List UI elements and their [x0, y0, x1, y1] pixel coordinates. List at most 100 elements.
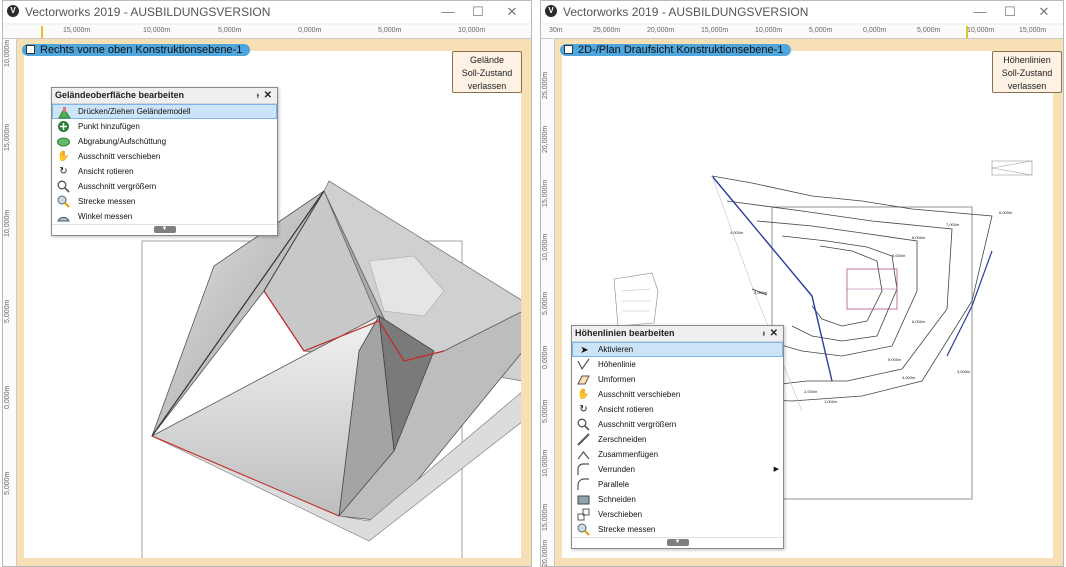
tool-label: Ansicht rotieren — [78, 167, 134, 176]
tool-clip[interactable]: Schneiden — [572, 492, 783, 507]
tool-measure-distance[interactable]: Strecke messen — [572, 522, 783, 537]
ruler-label: 25,000m — [593, 27, 621, 34]
maximize-button[interactable]: ☐ — [465, 3, 491, 21]
contour-label: 4,000m — [730, 230, 744, 235]
window-title: Vectorworks 2019 - AUSBILDUNGSVERSION — [563, 5, 809, 19]
palette-header[interactable]: Geländeoberfläche bearbeiten ᵻ ✕ — [52, 88, 277, 104]
push-pull-terrain-icon — [58, 106, 71, 119]
tool-add-point[interactable]: Punkt hinzufügen — [52, 119, 277, 134]
ruler-label: 5,000m — [378, 27, 402, 34]
tool-rotate-view[interactable]: ↻ Ansicht rotieren — [52, 164, 277, 179]
contour-label: 1,000m — [824, 399, 838, 404]
arrow-cursor-icon: ➤ — [580, 345, 589, 356]
tool-zoom[interactable]: Ausschnitt vergrößern — [572, 417, 783, 432]
tool-label: Ausschnitt vergrößern — [598, 420, 677, 429]
tool-measure-angle[interactable]: Winkel messen — [52, 209, 277, 224]
tool-pan[interactable]: ✋ Ausschnitt verschieben — [52, 149, 277, 164]
reshape-icon — [577, 373, 590, 386]
reference-object — [613, 272, 659, 327]
window-title: Vectorworks 2019 - AUSBILDUNGSVERSION — [25, 5, 271, 19]
tool-label: Verrunden — [598, 465, 635, 474]
tool-pan[interactable]: ✋ Ausschnitt verschieben — [572, 387, 783, 402]
minimize-button[interactable]: — — [435, 3, 461, 21]
palette-footer: ▼ — [52, 224, 277, 235]
offset-icon — [577, 478, 590, 491]
ruler-label: 5,000m — [218, 27, 242, 34]
ruler-label: 30m — [549, 27, 563, 34]
view-bar[interactable]: Rechts vorne oben Konstruktionsebene-1 — [22, 44, 251, 56]
ruler-label: 15,000m — [542, 179, 549, 207]
ruler-label: 15,000m — [4, 123, 11, 151]
tool-activate[interactable]: ➤ Aktivieren — [572, 342, 783, 357]
ruler-label: 5,000m — [542, 399, 549, 423]
drawing-viewport[interactable]: 2D-/Plan Draufsicht Konstruktionsebene-1 — [555, 39, 1063, 566]
ruler-label: 0,000m — [542, 345, 549, 369]
ruler-label: 20,000m — [542, 125, 549, 153]
close-palette-button[interactable]: ✕ — [264, 88, 272, 103]
knife-icon — [577, 433, 590, 446]
drawing-viewport[interactable]: Rechts vorne oben Konstruktionsebene-1 G… — [17, 39, 531, 566]
rotate-view-icon: ↻ — [59, 166, 68, 177]
zoom-icon — [57, 180, 70, 193]
vectorworks-logo-icon: V — [7, 5, 19, 17]
plan-view-icon — [564, 45, 573, 54]
horizontal-ruler[interactable]: 15,000m 10,000m 5,000m 0,000m 5,000m 10,… — [3, 25, 531, 39]
pin-icon[interactable]: ᵻ — [763, 326, 765, 341]
tool-measure-distance[interactable]: Strecke messen — [52, 194, 277, 209]
ruler-label: 15,000m — [701, 27, 729, 34]
expand-palette-button[interactable]: ▼ — [666, 539, 689, 546]
ruler-label: 5,000m — [4, 299, 11, 323]
tool-zoom[interactable]: Ausschnitt vergrößern — [52, 179, 277, 194]
rotate-view-icon: ↻ — [579, 404, 588, 415]
tool-rotate-view[interactable]: ↻ Ansicht rotieren — [572, 402, 783, 417]
expand-palette-button[interactable]: ▼ — [153, 226, 176, 233]
close-palette-button[interactable]: ✕ — [770, 326, 778, 341]
tool-label: Verschieben — [598, 510, 643, 519]
exit-contour-mode-button[interactable]: Höhenlinien Soll-Zustand verlassen — [992, 51, 1062, 93]
view-label: 2D-/Plan Draufsicht Konstruktionsebene-1 — [578, 44, 784, 56]
tool-offset[interactable]: Parallele — [572, 477, 783, 492]
ruler-label: 10,000m — [143, 27, 171, 34]
contour-label: 8,000m — [912, 235, 926, 240]
join-icon — [577, 448, 590, 461]
contour-label: 3,000m — [957, 369, 971, 374]
ruler-label: 15,000m — [1019, 27, 1047, 34]
ruler-label: 5,000m — [809, 27, 833, 34]
vertical-ruler[interactable]: 25,000m 20,000m 15,000m 10,000m 5,000m 0… — [541, 39, 555, 566]
tool-move[interactable]: Verschieben — [572, 507, 783, 522]
tool-cut-fill[interactable]: Abgrabung/Aufschüttung — [52, 134, 277, 149]
title-bar: V Vectorworks 2019 - AUSBILDUNGSVERSION … — [3, 1, 531, 23]
contour-label: 6,000m — [912, 319, 926, 324]
view-label: Rechts vorne oben Konstruktionsebene-1 — [40, 44, 243, 56]
ruler-label: 0,000m — [4, 385, 11, 409]
move-icon — [577, 508, 590, 521]
view-bar[interactable]: 2D-/Plan Draufsicht Konstruktionsebene-1 — [560, 44, 792, 56]
tool-join[interactable]: Zusammenfügen — [572, 447, 783, 462]
exit-terrain-mode-button[interactable]: Gelände Soll-Zustand verlassen — [452, 51, 522, 93]
close-button[interactable]: ✕ — [499, 3, 525, 21]
measure-angle-icon — [57, 210, 70, 223]
terrain-edit-palette: Geländeoberfläche bearbeiten ᵻ ✕ Drücken… — [51, 87, 278, 236]
pin-icon[interactable]: ᵻ — [257, 88, 259, 103]
ruler-label: 20,000m — [542, 539, 549, 567]
title-bar: V Vectorworks 2019 - AUSBILDUNGSVERSION … — [541, 1, 1063, 23]
palette-header[interactable]: Höhenlinien bearbeiten ᵻ ✕ — [572, 326, 783, 342]
palette-title: Höhenlinien bearbeiten — [575, 328, 675, 338]
site-boundary — [771, 206, 973, 500]
tool-label: Strecke messen — [78, 197, 136, 206]
minimize-button[interactable]: — — [967, 3, 993, 21]
maximize-button[interactable]: ☐ — [997, 3, 1023, 21]
tool-reshape[interactable]: Umformen — [572, 372, 783, 387]
tool-contour-line[interactable]: Höhenlinie — [572, 357, 783, 372]
tool-label: Höhenlinie — [598, 360, 636, 369]
close-button[interactable]: ✕ — [1031, 3, 1057, 21]
tool-label: Ansicht rotieren — [598, 405, 654, 414]
palette-footer: ▼ — [572, 537, 783, 548]
horizontal-ruler[interactable]: 30m 25,000m 20,000m 15,000m 10,000m 5,00… — [541, 25, 1063, 39]
clip-icon — [577, 493, 590, 506]
tool-knife[interactable]: Zerschneiden — [572, 432, 783, 447]
tool-push-pull-terrain[interactable]: Drücken/Ziehen Geländemodell — [52, 104, 277, 119]
tool-fillet[interactable]: Verrunden ▶ — [572, 462, 783, 477]
measure-distance-icon — [577, 523, 590, 536]
vertical-ruler[interactable]: 10,000m 15,000m 10,000m 5,000m 0,000m 5,… — [3, 39, 17, 566]
